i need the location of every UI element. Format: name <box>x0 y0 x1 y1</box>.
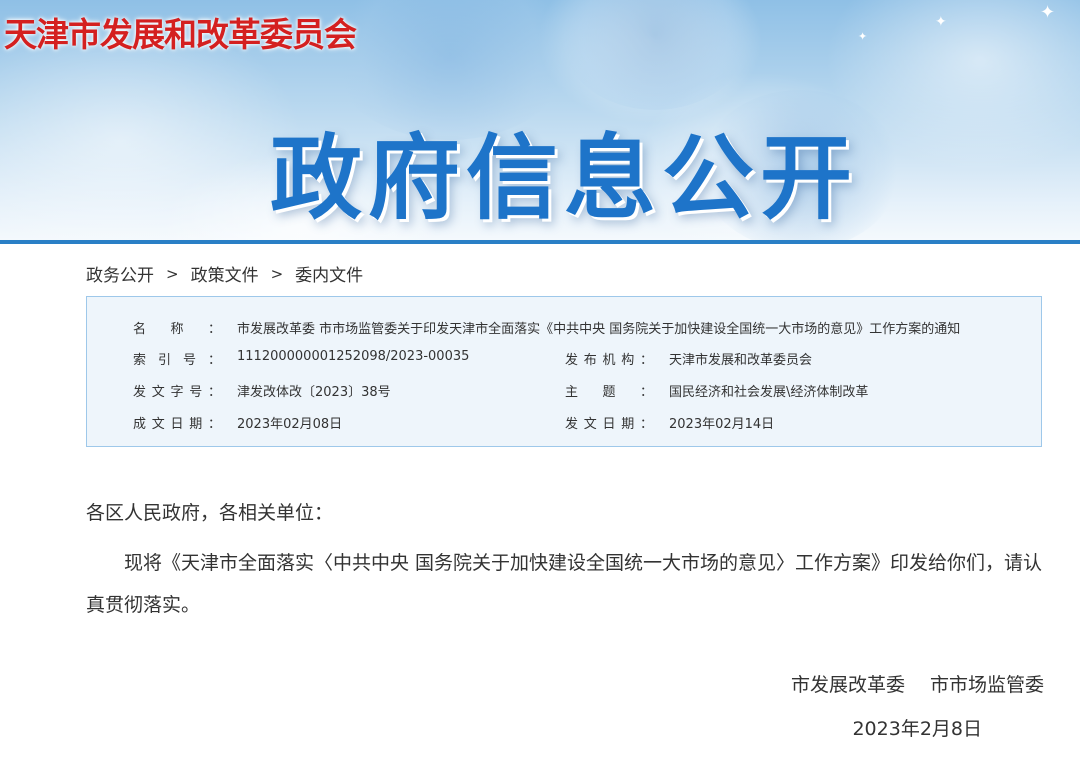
publisher-label: 发 布 机 构 ： <box>565 353 653 368</box>
breadcrumb-item-gov-affairs[interactable]: 政务公开 <box>86 261 154 286</box>
signature: 市发展改革委 市市场监管委 <box>790 674 1044 696</box>
name-value: 市发展改革委 市市场监管委关于印发天津市全面落实《中共中央 国务院关于加快建设全… <box>237 322 961 337</box>
signing-date: 2023年2月8日 <box>852 718 982 740</box>
created-date-value: 2023年02月08日 <box>237 417 343 432</box>
name-label: 名 称 ： <box>133 322 221 337</box>
breadcrumb: 政务公开 > 政策文件 > 委内文件 <box>86 261 363 287</box>
breadcrumb-item-policy-docs[interactable]: 政策文件 <box>191 261 259 286</box>
breadcrumb-separator: > <box>166 264 179 283</box>
subject-label: 主 题 ： <box>565 385 653 400</box>
subject-value: 国民经济和社会发展\经济体制改革 <box>669 385 869 400</box>
breadcrumb-item-internal-docs[interactable]: 委内文件 <box>295 261 363 286</box>
body-paragraph: 现将《天津市全面落实〈中共中央 国务院关于加快建设全国统一大市场的意见〉工作方案… <box>86 552 1043 616</box>
document-info-box: 名 称 ： 市发展改革委 市市场监管委关于印发天津市全面落实《中共中央 国务院关… <box>86 296 1042 447</box>
salutation: 各区人民政府，各相关单位： <box>86 502 334 524</box>
dove-icon: ✦ <box>858 30 868 43</box>
banner-title: 政府信息公开 <box>270 125 859 232</box>
site-title[interactable]: 天津市发展和改革委员会 <box>4 8 357 56</box>
publisher-value: 天津市发展和改革委员会 <box>669 353 813 368</box>
doc-number-value: 津发改体改〔2023〕38号 <box>237 385 391 400</box>
issued-date-value: 2023年02月14日 <box>669 417 775 432</box>
dove-icon: ✦ <box>1040 2 1056 23</box>
rose-decoration <box>560 0 750 110</box>
issued-date-label: 发 文 日 期 ： <box>565 417 653 432</box>
created-date-label: 成 文 日 期 ： <box>133 417 221 432</box>
dove-icon: ✦ <box>935 14 947 30</box>
header-banner: ✦ ✦ ✦ 天津市发展和改革委员会 政府信息公开 <box>0 0 1080 240</box>
banner-divider <box>0 240 1080 244</box>
breadcrumb-separator: > <box>270 264 284 283</box>
index-label: 索 引 号 ： <box>133 353 221 368</box>
doc-number-label: 发 文 字 号 ： <box>133 385 221 400</box>
index-value: 111200000001252098/2023-00035 <box>237 349 470 364</box>
